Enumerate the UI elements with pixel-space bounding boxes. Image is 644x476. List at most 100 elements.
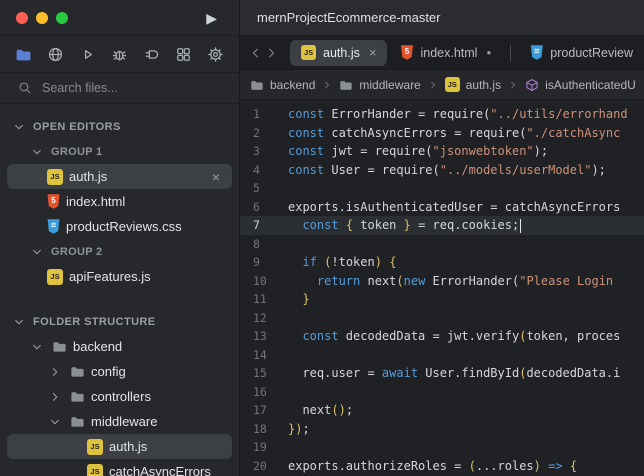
code-line-1[interactable]: 1const ErrorHander = require("../utils/e…: [240, 105, 644, 124]
code-line-18[interactable]: 18});: [240, 420, 644, 439]
line-content: exports.authorizeRoles = (...roles) => {: [288, 459, 577, 473]
line-content: const { token } = req.cookies;: [288, 218, 521, 233]
code-line-14[interactable]: 14: [240, 346, 644, 365]
code-line-10[interactable]: 10 return next(new ErrorHander("Please L…: [240, 272, 644, 291]
tree-section-group-1[interactable]: GROUP 1: [7, 139, 232, 164]
group-label: GROUP 2: [51, 246, 102, 258]
file-label: auth.js: [69, 169, 107, 184]
code-area[interactable]: 1const ErrorHander = require("../utils/e…: [240, 100, 644, 476]
line-number: 12: [240, 311, 278, 325]
code-line-6[interactable]: 6exports.isAuthenticatedUser = catchAsyn…: [240, 198, 644, 217]
editor-pane: mernProjectEcommerce-master JSauth.js×5i…: [240, 0, 644, 476]
activity-run-icon[interactable]: [78, 45, 96, 63]
nav-forward-icon[interactable]: [263, 43, 278, 63]
activity-grid-icon[interactable]: [175, 45, 193, 63]
breadcrumb-label: isAuthenticatedU: [545, 78, 636, 92]
breadcrumb-item-auth.js[interactable]: JSauth.js: [445, 77, 501, 92]
line-content: const catchAsyncErrors = require("./catc…: [288, 126, 620, 140]
chev-down-icon: [29, 144, 45, 160]
html-file-icon: 5: [47, 194, 60, 209]
code-line-11[interactable]: 11 }: [240, 290, 644, 309]
breadcrumb-label: auth.js: [466, 78, 501, 92]
code-line-7[interactable]: 7 const { token } = req.cookies;: [240, 216, 644, 235]
tree-file-auth.js[interactable]: JSauth.js×: [7, 164, 232, 189]
activity-globe-icon[interactable]: [46, 45, 64, 63]
tab-productreview[interactable]: ≡productReview: [519, 40, 644, 66]
tree-file-catchasyncerrors[interactable]: JScatchAsyncErrors: [7, 459, 232, 476]
tree-folder-middleware[interactable]: middleware: [7, 409, 232, 434]
search-input[interactable]: [42, 81, 192, 95]
code-line-9[interactable]: 9 if (!token) {: [240, 253, 644, 272]
code-line-19[interactable]: 19: [240, 438, 644, 457]
breadcrumb-label: backend: [270, 78, 315, 92]
folder-label: config: [91, 364, 126, 379]
code-line-5[interactable]: 5: [240, 179, 644, 198]
close-tab-icon[interactable]: ×: [369, 45, 377, 60]
search-icon: [18, 81, 32, 95]
file-label: apiFeatures.js: [69, 269, 151, 284]
tree-folder-config[interactable]: config: [7, 359, 232, 384]
file-label: productReviews.css: [66, 219, 182, 234]
symbol-cube-icon: [525, 78, 539, 92]
activity-plugin-icon[interactable]: [143, 45, 161, 63]
tree-file-index.html[interactable]: 5index.html: [7, 189, 232, 214]
traffic-lights: [16, 12, 68, 24]
js-file-icon: JS: [301, 45, 316, 60]
tab-separator: [510, 45, 511, 61]
tab-index.html[interactable]: 5index.html●: [389, 40, 502, 66]
tab-label: index.html: [420, 46, 477, 60]
close-editor-icon[interactable]: ×: [208, 169, 224, 185]
tree-folder-backend[interactable]: backend: [7, 334, 232, 359]
js-file-icon: JS: [47, 269, 63, 285]
tabs: JSauth.js×5index.html●≡productReview: [290, 40, 644, 66]
tree-folder-controllers[interactable]: controllers: [7, 384, 232, 409]
tab-bar: JSauth.js×5index.html●≡productReview: [240, 36, 644, 70]
file-label: catchAsyncErrors: [109, 464, 211, 476]
line-content: }: [288, 292, 310, 306]
folder-label: middleware: [91, 414, 157, 429]
breadcrumb-item-middleware[interactable]: middleware: [339, 78, 420, 92]
tab-auth.js[interactable]: JSauth.js×: [290, 40, 387, 66]
tree-file-auth.js[interactable]: JSauth.js: [7, 434, 232, 459]
header-label: FOLDER STRUCTURE: [33, 316, 156, 328]
code-line-4[interactable]: 4const User = require("../models/userMod…: [240, 161, 644, 180]
tree-file-productreviews.css[interactable]: ≡ productReviews.css: [7, 214, 232, 239]
tree-section-open-editors[interactable]: OPEN EDITORS: [7, 114, 232, 139]
code-line-20[interactable]: 20exports.authorizeRoles = (...roles) =>…: [240, 457, 644, 476]
run-icon[interactable]: ▶: [206, 9, 217, 27]
folder-icon: [69, 364, 85, 380]
activity-files-icon[interactable]: [14, 45, 32, 63]
breadcrumb-item-isauthenticatedu[interactable]: isAuthenticatedU: [525, 78, 636, 92]
code-line-17[interactable]: 17 next();: [240, 401, 644, 420]
close-window-button[interactable]: [16, 12, 28, 24]
tree-file-apifeatures.js[interactable]: JS apiFeatures.js: [7, 264, 232, 289]
breadcrumb-item-backend[interactable]: backend: [250, 78, 315, 92]
line-content: next();: [288, 403, 353, 417]
sidebar: ▶ OPEN EDITORSGROUP 1JSauth.js×5index.ht…: [0, 0, 240, 476]
line-number: 18: [240, 422, 278, 436]
line-content: exports.isAuthenticatedUser = catchAsync…: [288, 200, 620, 214]
zoom-window-button[interactable]: [56, 12, 68, 24]
code-line-3[interactable]: 3const jwt = require("jsonwebtoken");: [240, 142, 644, 161]
line-number: 19: [240, 440, 278, 454]
chev-down-icon: [29, 339, 45, 355]
group-label: GROUP 1: [51, 146, 102, 158]
activity-debug-icon[interactable]: [110, 45, 128, 63]
tree-section-group-2[interactable]: GROUP 2: [7, 239, 232, 264]
breadcrumb: backend middleware JSauth.js isAuthenticate…: [240, 70, 644, 100]
css-file-icon: ≡: [47, 219, 60, 234]
minimize-window-button[interactable]: [36, 12, 48, 24]
line-number: 5: [240, 181, 278, 195]
code-line-2[interactable]: 2const catchAsyncErrors = require("./cat…: [240, 124, 644, 143]
code-line-12[interactable]: 12: [240, 309, 644, 328]
code-line-15[interactable]: 15 req.user = await User.findById(decode…: [240, 364, 644, 383]
code-line-13[interactable]: 13 const decodedData = jwt.verify(token,…: [240, 327, 644, 346]
code-line-16[interactable]: 16: [240, 383, 644, 402]
html-file-icon: 5: [400, 45, 413, 60]
tree-section-folder-structure[interactable]: FOLDER STRUCTURE: [7, 309, 232, 334]
code-line-8[interactable]: 8: [240, 235, 644, 254]
folder-icon: [339, 78, 353, 92]
nav-back-icon[interactable]: [248, 43, 263, 63]
line-number: 17: [240, 403, 278, 417]
activity-settings-icon[interactable]: [207, 45, 225, 63]
